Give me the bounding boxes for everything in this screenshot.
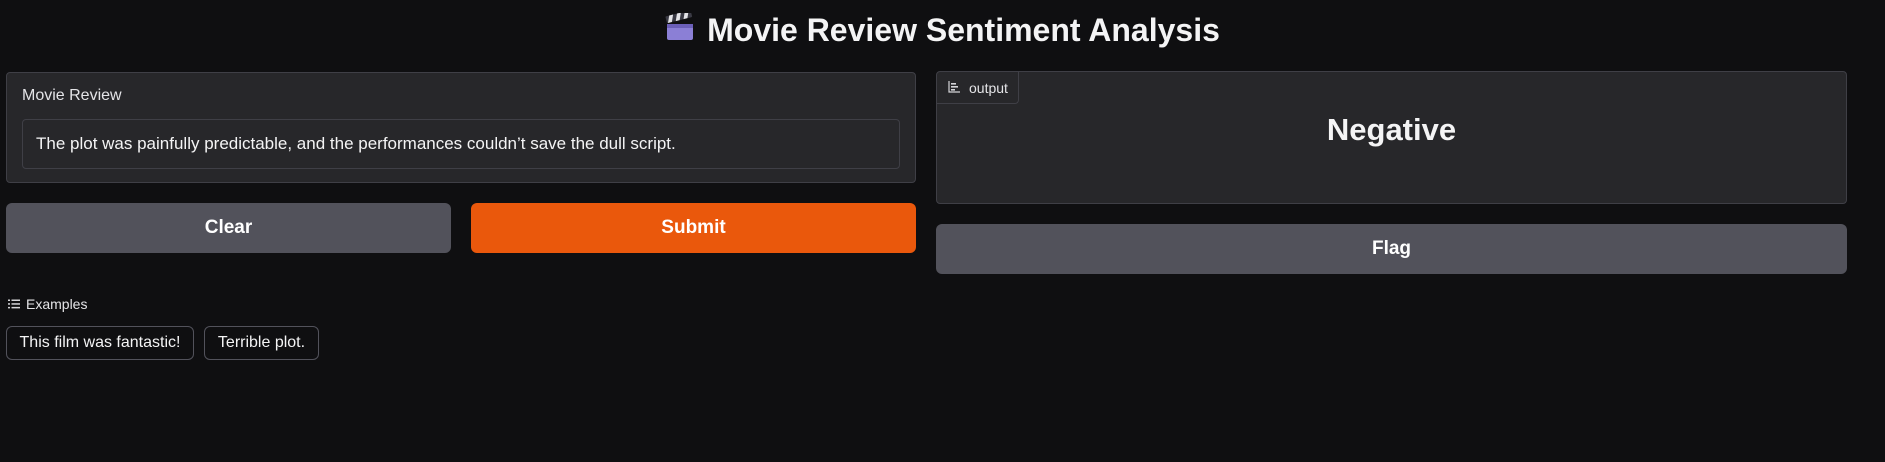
app-root: Movie Review Sentiment Analysis Movie Re… bbox=[0, 0, 1885, 462]
clapper-board-icon bbox=[665, 8, 695, 52]
examples-label: Examples bbox=[26, 296, 88, 312]
example-item[interactable]: Terrible plot. bbox=[204, 326, 319, 360]
output-label: output bbox=[969, 79, 1008, 96]
movie-review-label: Movie Review bbox=[22, 87, 122, 104]
clear-button[interactable]: Clear bbox=[6, 203, 451, 253]
movie-review-textbox[interactable]: The plot was painfully predictable, and … bbox=[22, 119, 900, 169]
flag-button[interactable]: Flag bbox=[936, 224, 1847, 274]
page-title: Movie Review Sentiment Analysis bbox=[0, 8, 1885, 52]
movie-review-panel: Movie Review The plot was painfully pred… bbox=[6, 72, 916, 183]
page-title-text: Movie Review Sentiment Analysis bbox=[707, 12, 1220, 48]
output-label-tag: output bbox=[937, 72, 1019, 104]
output-panel: output Negative bbox=[936, 71, 1847, 204]
list-icon bbox=[8, 296, 20, 312]
example-item[interactable]: This film was fantastic! bbox=[6, 326, 194, 360]
submit-button[interactable]: Submit bbox=[471, 203, 916, 253]
bar-chart-icon bbox=[948, 80, 960, 96]
examples-header: Examples bbox=[8, 296, 87, 312]
sentiment-result: Negative bbox=[1326, 112, 1457, 147]
